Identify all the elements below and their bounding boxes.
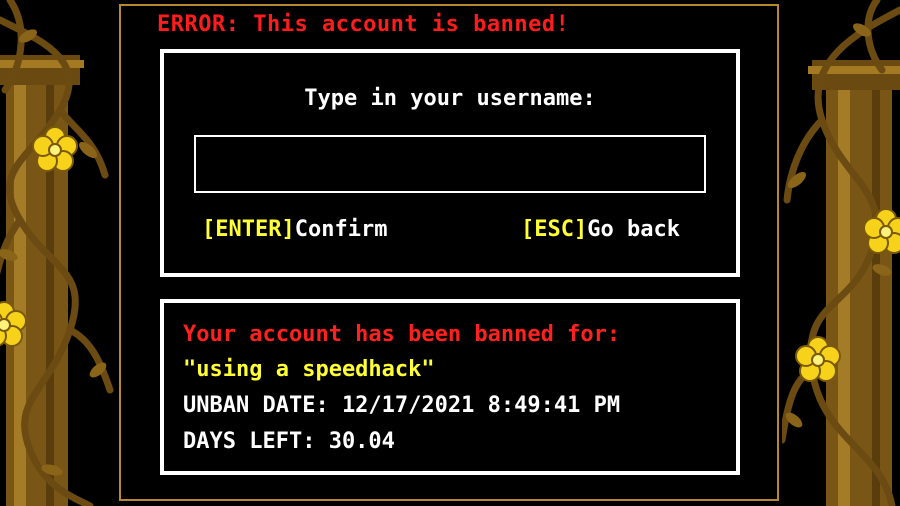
ban-reason: "using a speedhack"	[183, 357, 435, 382]
confirm-label: Confirm	[294, 217, 388, 242]
go-back-label: Go back	[587, 217, 680, 242]
right-pillar-decoration	[782, 0, 900, 506]
ban-heading: Your account has been banned for:	[183, 322, 621, 347]
username-prompt: Type in your username:	[304, 86, 596, 111]
left-pillar-decoration	[0, 0, 118, 506]
go-back-button[interactable]: [ESC]Go back	[521, 217, 680, 242]
username-input[interactable]	[194, 135, 706, 193]
days-left: DAYS LEFT: 30.04	[183, 429, 395, 454]
confirm-button[interactable]: [ENTER]Confirm	[202, 217, 387, 242]
unban-date: UNBAN DATE: 12/17/2021 8:49:41 PM	[183, 393, 621, 418]
ban-info-panel: Your account has been banned for: "using…	[160, 299, 740, 475]
error-title: ERROR: This account is banned!	[157, 12, 570, 37]
enter-key-label: [ENTER]	[202, 217, 295, 242]
username-panel: Type in your username: [ENTER]Confirm [E…	[160, 49, 740, 277]
esc-key-label: [ESC]	[521, 217, 588, 242]
